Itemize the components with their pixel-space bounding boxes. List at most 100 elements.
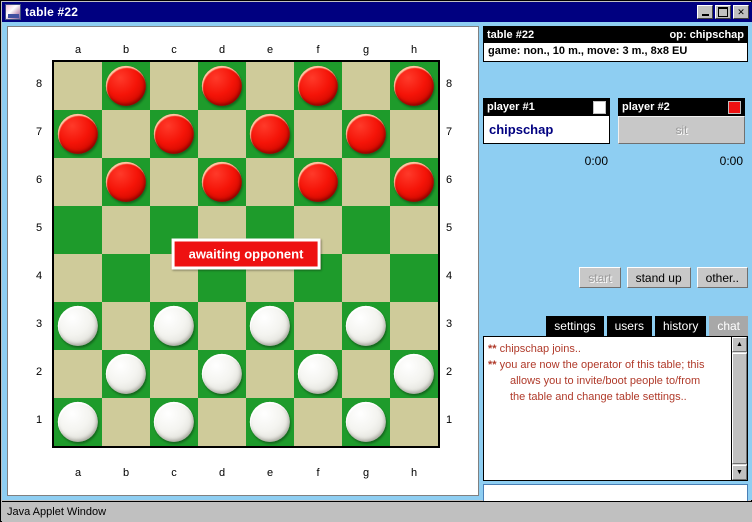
red-piece[interactable] <box>153 113 195 155</box>
board-square-f7[interactable] <box>294 110 342 158</box>
board-square-c6[interactable] <box>150 158 198 206</box>
board-square-a8[interactable] <box>54 62 102 110</box>
board-square-h7[interactable] <box>390 110 438 158</box>
white-piece[interactable] <box>153 401 195 443</box>
white-piece[interactable] <box>345 401 387 443</box>
checkers-board[interactable]: awaiting opponent <box>52 60 440 448</box>
tab-chat[interactable]: chat <box>709 316 748 336</box>
red-piece[interactable] <box>105 161 147 203</box>
board-square-c3[interactable] <box>150 302 198 350</box>
board-square-a6[interactable] <box>54 158 102 206</box>
board-square-e2[interactable] <box>246 350 294 398</box>
red-piece[interactable] <box>297 161 339 203</box>
board-square-d3[interactable] <box>198 302 246 350</box>
red-piece[interactable] <box>57 113 99 155</box>
white-piece[interactable] <box>201 353 243 395</box>
rank-label-7-right: 7 <box>445 126 453 138</box>
board-square-f6[interactable] <box>294 158 342 206</box>
board-square-h3[interactable] <box>390 302 438 350</box>
board-square-a2[interactable] <box>54 350 102 398</box>
white-piece[interactable] <box>153 305 195 347</box>
white-piece[interactable] <box>105 353 147 395</box>
board-square-e3[interactable] <box>246 302 294 350</box>
white-piece[interactable] <box>393 353 435 395</box>
board-square-c8[interactable] <box>150 62 198 110</box>
board-square-b6[interactable] <box>102 158 150 206</box>
board-square-g5[interactable] <box>342 206 390 254</box>
board-square-h1[interactable] <box>390 398 438 446</box>
board-square-g2[interactable] <box>342 350 390 398</box>
board-square-a1[interactable] <box>54 398 102 446</box>
maximize-button[interactable] <box>715 5 731 19</box>
board-square-a5[interactable] <box>54 206 102 254</box>
tab-settings[interactable]: settings <box>546 316 604 336</box>
board-square-c2[interactable] <box>150 350 198 398</box>
board-square-d2[interactable] <box>198 350 246 398</box>
chat-log[interactable]: ** chipschap joins.. ** you are now the o… <box>484 337 731 480</box>
scroll-up-icon[interactable]: ▲ <box>732 337 747 352</box>
scroll-down-icon[interactable]: ▼ <box>732 465 747 480</box>
board-square-f8[interactable] <box>294 62 342 110</box>
board-square-d8[interactable] <box>198 62 246 110</box>
board-square-h8[interactable] <box>390 62 438 110</box>
board-square-h4[interactable] <box>390 254 438 302</box>
board-square-g6[interactable] <box>342 158 390 206</box>
red-piece[interactable] <box>201 65 243 107</box>
red-piece[interactable] <box>393 65 435 107</box>
board-square-a3[interactable] <box>54 302 102 350</box>
tab-users[interactable]: users <box>606 316 652 336</box>
board-square-e8[interactable] <box>246 62 294 110</box>
board-square-g7[interactable] <box>342 110 390 158</box>
board-square-f2[interactable] <box>294 350 342 398</box>
board-square-b1[interactable] <box>102 398 150 446</box>
player-1-clock: 0:00 <box>584 154 608 168</box>
board-square-e6[interactable] <box>246 158 294 206</box>
chat-scrollbar[interactable]: ▲ ▼ <box>731 337 747 480</box>
board-square-f3[interactable] <box>294 302 342 350</box>
other-button[interactable]: other.. <box>696 267 748 288</box>
board-square-a4[interactable] <box>54 254 102 302</box>
board-square-c1[interactable] <box>150 398 198 446</box>
chat-input[interactable] <box>483 484 748 502</box>
board-square-b2[interactable] <box>102 350 150 398</box>
player-2-header: player #2 <box>618 98 745 116</box>
red-piece[interactable] <box>297 65 339 107</box>
scrollbar-thumb[interactable] <box>732 353 747 464</box>
board-square-d1[interactable] <box>198 398 246 446</box>
white-piece[interactable] <box>297 353 339 395</box>
tab-history[interactable]: history <box>654 316 707 336</box>
board-square-g8[interactable] <box>342 62 390 110</box>
stand-up-button[interactable]: stand up <box>626 267 691 288</box>
sit-button[interactable]: sit <box>618 116 745 144</box>
board-square-e1[interactable] <box>246 398 294 446</box>
board-square-h5[interactable] <box>390 206 438 254</box>
board-square-b5[interactable] <box>102 206 150 254</box>
board-square-g1[interactable] <box>342 398 390 446</box>
minimize-button[interactable] <box>697 5 713 19</box>
board-square-a7[interactable] <box>54 110 102 158</box>
board-square-b7[interactable] <box>102 110 150 158</box>
white-piece[interactable] <box>57 401 99 443</box>
board-square-g3[interactable] <box>342 302 390 350</box>
board-square-b4[interactable] <box>102 254 150 302</box>
board-square-d6[interactable] <box>198 158 246 206</box>
red-piece[interactable] <box>393 161 435 203</box>
white-piece[interactable] <box>249 305 291 347</box>
board-square-f1[interactable] <box>294 398 342 446</box>
board-square-d7[interactable] <box>198 110 246 158</box>
red-piece[interactable] <box>201 161 243 203</box>
board-square-c7[interactable] <box>150 110 198 158</box>
board-square-b8[interactable] <box>102 62 150 110</box>
red-piece[interactable] <box>345 113 387 155</box>
white-piece[interactable] <box>249 401 291 443</box>
board-square-b3[interactable] <box>102 302 150 350</box>
board-square-g4[interactable] <box>342 254 390 302</box>
red-piece[interactable] <box>249 113 291 155</box>
white-piece[interactable] <box>345 305 387 347</box>
white-piece[interactable] <box>57 305 99 347</box>
board-square-h6[interactable] <box>390 158 438 206</box>
red-piece[interactable] <box>105 65 147 107</box>
close-button[interactable]: ✕ <box>733 5 749 19</box>
board-square-h2[interactable] <box>390 350 438 398</box>
board-square-e7[interactable] <box>246 110 294 158</box>
